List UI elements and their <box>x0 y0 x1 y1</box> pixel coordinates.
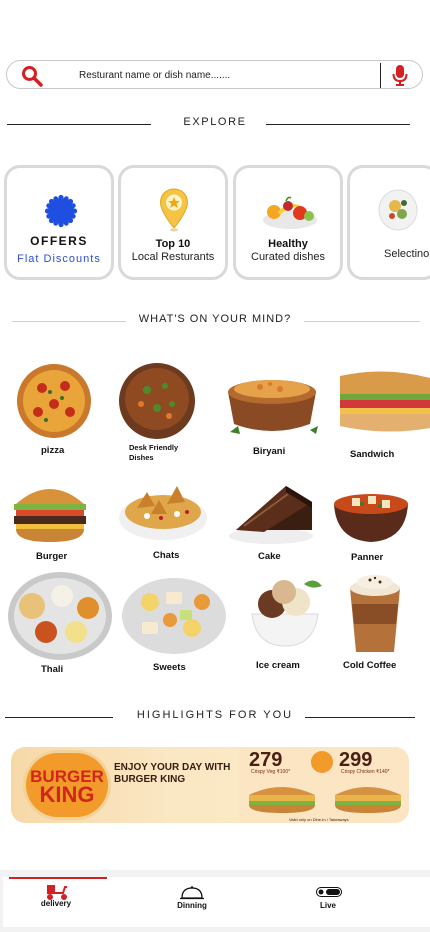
coffee-cup-icon <box>350 575 400 652</box>
food-item-cake[interactable]: Cake <box>226 476 318 564</box>
card-title: Top 10 <box>155 238 191 250</box>
food-item-sweets[interactable]: Sweets <box>120 570 230 673</box>
search-bar[interactable] <box>6 60 423 89</box>
explore-card-top10[interactable]: Top 10 Local Resturants <box>118 165 228 280</box>
food-item-sandwich[interactable]: Sandwich <box>340 366 430 466</box>
fruit-bowl-icon <box>263 196 317 229</box>
explore-card-offers[interactable]: OFFERS Flat Discounts <box>4 165 114 280</box>
search-icon[interactable] <box>21 65 43 87</box>
tab-label: Dinning <box>177 901 207 910</box>
mind-heading-text: WHAT'S ON YOUR MIND? <box>138 313 292 325</box>
food-item-panner[interactable]: Panner <box>330 484 420 564</box>
bottom-nav-bar: delivery Dinning Live <box>3 877 430 927</box>
highlights-heading-text: HIGHLIGHTS FOR YOU <box>136 709 294 721</box>
offer1-old-price: ₹100* <box>276 769 291 775</box>
offer2-old-price: ₹140* <box>376 769 390 775</box>
food-item-pizza[interactable]: pizza <box>10 362 100 462</box>
card-subtitle: Local Resturants <box>131 251 215 263</box>
food-label: Desk Friendly Dishes <box>129 443 179 462</box>
divider-line <box>304 321 420 322</box>
food-item-chats[interactable]: Chats <box>117 478 209 564</box>
food-label: Cake <box>258 551 281 562</box>
food-label: Sweets <box>153 662 186 673</box>
cloche-icon <box>180 886 204 900</box>
location-pin-star-icon <box>159 188 189 232</box>
tab-dinning[interactable]: Dinning <box>142 877 242 927</box>
offer1-item: Crispy Veg <box>251 769 276 775</box>
sandwich-icon <box>340 371 430 432</box>
food-label: Burger <box>36 551 68 562</box>
search-divider <box>380 63 381 88</box>
ice-cream-bowl-icon <box>251 580 322 647</box>
food-item-thali[interactable]: Thali <box>6 566 116 676</box>
explore-card-selection[interactable]: Selectino <box>347 165 430 280</box>
divider-line <box>266 124 410 125</box>
card-subtitle: Selectino <box>384 248 430 260</box>
tab-label: delivery <box>40 899 72 908</box>
food-label: Panner <box>351 552 384 563</box>
food-label: pizza <box>41 445 65 456</box>
offer1-price: 79 <box>260 749 283 771</box>
explore-carousel[interactable]: OFFERS Flat Discounts Top 10 Local Restu… <box>4 165 430 281</box>
bottom-navigation: delivery Dinning Live <box>0 870 430 932</box>
search-input[interactable] <box>79 65 375 85</box>
offer2-price: 99 <box>350 749 373 771</box>
food-label: Ice cream <box>256 660 300 671</box>
cake-icon <box>229 486 313 544</box>
banner-tagline-line2: BURGER KING <box>114 774 186 785</box>
card-title: OFFERS <box>30 234 88 248</box>
burger-king-logo: BURGER KING <box>23 750 111 820</box>
burger-icon <box>14 489 86 542</box>
food-label: Chats <box>153 550 180 561</box>
food-item-biryani[interactable]: Biryani <box>220 362 324 462</box>
tab-label: Live <box>319 901 336 910</box>
food-label: Cold Coffee <box>343 660 397 671</box>
offer2-item: Crispy Chicken <box>341 769 375 775</box>
food-label: Sandwich <box>350 449 395 460</box>
banner-tagline-line1: ENJOY YOUR DAY WITH <box>114 762 231 773</box>
food-label: Biryani <box>253 446 286 457</box>
app-screen: EXPLORE OFFERS Flat Discounts <box>0 0 430 932</box>
mind-heading: WHAT'S ON YOUR MIND? <box>0 313 430 329</box>
biryani-pot-icon <box>228 380 318 434</box>
food-label: Thali <box>41 664 64 675</box>
tab-live[interactable]: Live <box>278 877 378 927</box>
explore-card-healthy[interactable]: Healthy Curated dishes <box>233 165 343 280</box>
card-subtitle: Flat Discounts <box>17 253 101 265</box>
logo-text-line2: KING <box>39 782 95 807</box>
plate-icon <box>378 189 418 231</box>
food-item-desk-friendly[interactable]: Desk Friendly Dishes <box>117 362 207 462</box>
burger-pair-icon <box>249 787 401 813</box>
chaat-bowl-icon <box>119 486 207 540</box>
explore-heading: EXPLORE <box>0 116 430 132</box>
card-title: Healthy <box>268 238 308 250</box>
microphone-icon[interactable] <box>391 64 409 86</box>
sweets-platter-icon <box>122 578 226 654</box>
paneer-bowl-icon <box>334 494 408 542</box>
mini-logo <box>311 751 333 773</box>
food-item-ice-cream[interactable]: Ice cream <box>240 574 332 674</box>
highlights-heading: HIGHLIGHTS FOR YOU <box>0 709 430 725</box>
promo-banner[interactable]: BURGER KING ENJOY YOUR DAY WITH BURGER K… <box>11 747 409 823</box>
offer-panel: 279 Crispy Veg ₹100* 299 Crispy Chicken … <box>239 747 409 823</box>
explore-heading-text: EXPLORE <box>183 116 247 128</box>
thali-plate-icon <box>8 572 112 660</box>
card-subtitle: Curated dishes <box>251 251 325 263</box>
active-tab-indicator <box>9 877 107 879</box>
food-item-burger[interactable]: Burger <box>10 478 100 564</box>
food-item-cold-coffee[interactable]: Cold Coffee <box>340 574 430 674</box>
banner-fineprint: Valid only on Dine-In / Takeaways <box>289 817 349 822</box>
dish-bowl-icon <box>119 363 195 439</box>
divider-line <box>305 717 415 718</box>
live-icon <box>316 887 342 897</box>
tab-delivery[interactable]: delivery <box>6 877 107 927</box>
pizza-icon <box>17 364 91 438</box>
badge-icon <box>44 194 78 228</box>
